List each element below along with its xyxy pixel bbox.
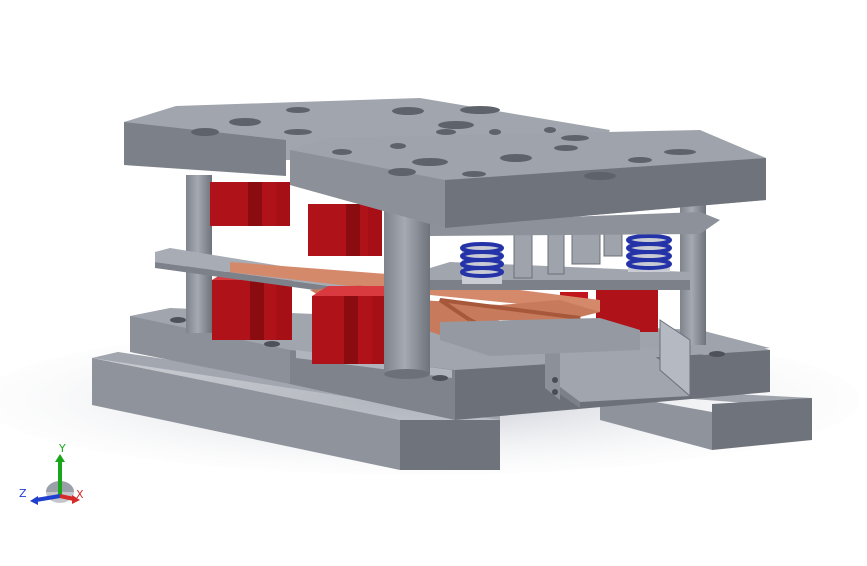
guide-post-front	[384, 208, 430, 374]
coordinate-triad: Y Z X	[14, 440, 94, 515]
spring-right	[626, 234, 672, 272]
guide-bushing-upper-front	[308, 204, 382, 256]
triad-graphic	[30, 454, 80, 505]
y-axis-label: Y	[59, 442, 66, 455]
z-axis-label: Z	[19, 487, 27, 500]
model-viewport[interactable]: Y Z X	[0, 0, 867, 562]
x-axis-label: X	[76, 488, 84, 501]
die-assembly-model[interactable]	[0, 0, 867, 562]
spring-left	[460, 242, 504, 284]
guide-bushing-upper-left	[210, 182, 290, 226]
